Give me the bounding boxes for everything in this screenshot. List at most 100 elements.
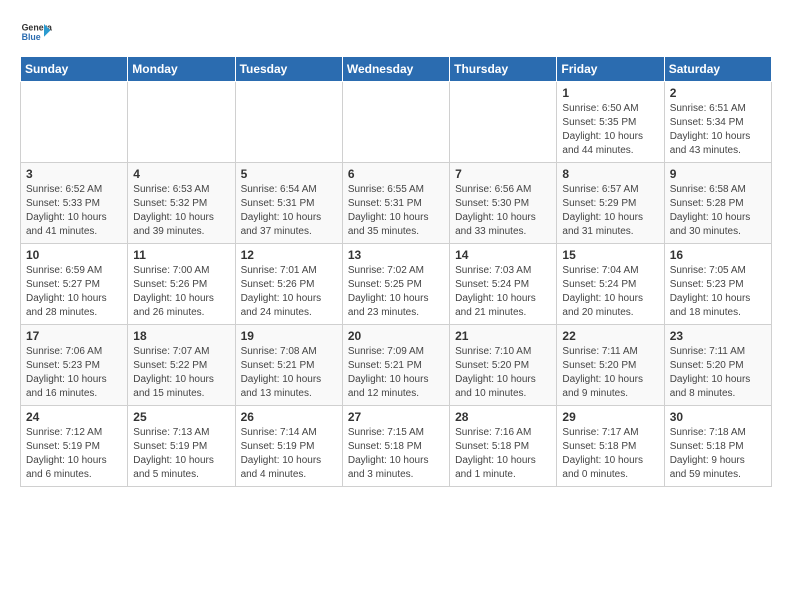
- day-info: Sunrise: 6:54 AM Sunset: 5:31 PM Dayligh…: [241, 183, 337, 239]
- day-info: Sunrise: 6:53 AM Sunset: 5:32 PM Dayligh…: [133, 183, 229, 239]
- day-number: 16: [670, 248, 766, 262]
- day-info: Sunrise: 7:18 AM Sunset: 5:18 PM Dayligh…: [670, 426, 766, 482]
- calendar-table: SundayMondayTuesdayWednesdayThursdayFrid…: [20, 56, 772, 487]
- day-number: 1: [562, 86, 658, 100]
- week-row-1: 1 Sunrise: 6:50 AM Sunset: 5:35 PM Daylig…: [21, 82, 772, 163]
- day-number: 30: [670, 410, 766, 424]
- day-info: Sunrise: 7:04 AM Sunset: 5:24 PM Dayligh…: [562, 264, 658, 320]
- weekday-header-friday: Friday: [557, 57, 664, 82]
- day-cell: 7 Sunrise: 6:56 AM Sunset: 5:30 PM Daylig…: [450, 163, 557, 244]
- day-number: 21: [455, 329, 551, 343]
- week-row-3: 10 Sunrise: 6:59 AM Sunset: 5:27 PM Dayli…: [21, 244, 772, 325]
- logo: General Blue: [20, 16, 56, 48]
- weekday-header-row: SundayMondayTuesdayWednesdayThursdayFrid…: [21, 57, 772, 82]
- day-cell: 1 Sunrise: 6:50 AM Sunset: 5:35 PM Daylig…: [557, 82, 664, 163]
- day-info: Sunrise: 7:09 AM Sunset: 5:21 PM Dayligh…: [348, 345, 444, 401]
- day-info: Sunrise: 7:10 AM Sunset: 5:20 PM Dayligh…: [455, 345, 551, 401]
- day-cell: 14 Sunrise: 7:03 AM Sunset: 5:24 PM Dayli…: [450, 244, 557, 325]
- day-number: 14: [455, 248, 551, 262]
- day-number: 8: [562, 167, 658, 181]
- day-number: 2: [670, 86, 766, 100]
- weekday-header-sunday: Sunday: [21, 57, 128, 82]
- day-info: Sunrise: 7:11 AM Sunset: 5:20 PM Dayligh…: [562, 345, 658, 401]
- day-cell: [21, 82, 128, 163]
- week-row-2: 3Sunrise: 6:52 AM Sunset: 5:33 PM Daylig…: [21, 163, 772, 244]
- day-number: 20: [348, 329, 444, 343]
- week-row-4: 17 Sunrise: 7:06 AM Sunset: 5:23 PM Dayli…: [21, 325, 772, 406]
- day-cell: 19 Sunrise: 7:08 AM Sunset: 5:21 PM Dayli…: [235, 325, 342, 406]
- day-number: 24: [26, 410, 122, 424]
- day-cell: 27 Sunrise: 7:15 AM Sunset: 5:18 PM Dayli…: [342, 406, 449, 487]
- day-cell: 9 Sunrise: 6:58 AM Sunset: 5:28 PM Daylig…: [664, 163, 771, 244]
- day-number: 29: [562, 410, 658, 424]
- day-info: Sunrise: 7:06 AM Sunset: 5:23 PM Dayligh…: [26, 345, 122, 401]
- day-info: Sunrise: 6:58 AM Sunset: 5:28 PM Dayligh…: [670, 183, 766, 239]
- day-info: Sunrise: 7:02 AM Sunset: 5:25 PM Dayligh…: [348, 264, 444, 320]
- day-cell: [342, 82, 449, 163]
- day-info: Sunrise: 6:55 AM Sunset: 5:31 PM Dayligh…: [348, 183, 444, 239]
- day-number: 11: [133, 248, 229, 262]
- day-number: 19: [241, 329, 337, 343]
- day-number: 17: [26, 329, 122, 343]
- day-cell: 13 Sunrise: 7:02 AM Sunset: 5:25 PM Dayli…: [342, 244, 449, 325]
- day-info: Sunrise: 7:13 AM Sunset: 5:19 PM Dayligh…: [133, 426, 229, 482]
- weekday-header-thursday: Thursday: [450, 57, 557, 82]
- day-cell: 16 Sunrise: 7:05 AM Sunset: 5:23 PM Dayli…: [664, 244, 771, 325]
- day-cell: 29 Sunrise: 7:17 AM Sunset: 5:18 PM Dayli…: [557, 406, 664, 487]
- day-cell: [235, 82, 342, 163]
- day-cell: 24 Sunrise: 7:12 AM Sunset: 5:19 PM Dayli…: [21, 406, 128, 487]
- day-number: 12: [241, 248, 337, 262]
- day-info: Sunrise: 7:11 AM Sunset: 5:20 PM Dayligh…: [670, 345, 766, 401]
- day-info: Sunrise: 7:05 AM Sunset: 5:23 PM Dayligh…: [670, 264, 766, 320]
- day-number: 5: [241, 167, 337, 181]
- day-number: 9: [670, 167, 766, 181]
- day-cell: 28 Sunrise: 7:16 AM Sunset: 5:18 PM Dayli…: [450, 406, 557, 487]
- day-info: Sunrise: 6:51 AM Sunset: 5:34 PM Dayligh…: [670, 102, 766, 158]
- day-cell: 11Sunrise: 7:00 AM Sunset: 5:26 PM Dayli…: [128, 244, 235, 325]
- day-cell: [128, 82, 235, 163]
- day-info: Sunrise: 6:56 AM Sunset: 5:30 PM Dayligh…: [455, 183, 551, 239]
- day-number: 13: [348, 248, 444, 262]
- day-number: 25: [133, 410, 229, 424]
- weekday-header-tuesday: Tuesday: [235, 57, 342, 82]
- day-cell: 6Sunrise: 6:55 AM Sunset: 5:31 PM Daylig…: [342, 163, 449, 244]
- day-number: 27: [348, 410, 444, 424]
- day-cell: 10 Sunrise: 6:59 AM Sunset: 5:27 PM Dayli…: [21, 244, 128, 325]
- day-info: Sunrise: 6:59 AM Sunset: 5:27 PM Dayligh…: [26, 264, 122, 320]
- day-cell: 25 Sunrise: 7:13 AM Sunset: 5:19 PM Dayli…: [128, 406, 235, 487]
- day-number: 7: [455, 167, 551, 181]
- header: General Blue: [20, 16, 772, 48]
- logo-icon: General Blue: [20, 16, 52, 48]
- day-info: Sunrise: 7:15 AM Sunset: 5:18 PM Dayligh…: [348, 426, 444, 482]
- day-cell: 5 Sunrise: 6:54 AM Sunset: 5:31 PM Daylig…: [235, 163, 342, 244]
- day-cell: 20 Sunrise: 7:09 AM Sunset: 5:21 PM Dayli…: [342, 325, 449, 406]
- day-cell: 8 Sunrise: 6:57 AM Sunset: 5:29 PM Daylig…: [557, 163, 664, 244]
- day-cell: 18 Sunrise: 7:07 AM Sunset: 5:22 PM Dayli…: [128, 325, 235, 406]
- day-cell: [450, 82, 557, 163]
- day-number: 18: [133, 329, 229, 343]
- day-cell: 12Sunrise: 7:01 AM Sunset: 5:26 PM Dayli…: [235, 244, 342, 325]
- week-row-5: 24 Sunrise: 7:12 AM Sunset: 5:19 PM Dayli…: [21, 406, 772, 487]
- day-number: 23: [670, 329, 766, 343]
- day-info: Sunrise: 7:07 AM Sunset: 5:22 PM Dayligh…: [133, 345, 229, 401]
- day-cell: 22 Sunrise: 7:11 AM Sunset: 5:20 PM Dayli…: [557, 325, 664, 406]
- day-info: Sunrise: 7:08 AM Sunset: 5:21 PM Dayligh…: [241, 345, 337, 401]
- day-info: Sunrise: 7:16 AM Sunset: 5:18 PM Dayligh…: [455, 426, 551, 482]
- day-number: 10: [26, 248, 122, 262]
- day-info: Sunrise: 7:17 AM Sunset: 5:18 PM Dayligh…: [562, 426, 658, 482]
- day-number: 3: [26, 167, 122, 181]
- svg-text:Blue: Blue: [22, 32, 41, 42]
- day-number: 22: [562, 329, 658, 343]
- day-cell: 17 Sunrise: 7:06 AM Sunset: 5:23 PM Dayli…: [21, 325, 128, 406]
- day-cell: 26Sunrise: 7:14 AM Sunset: 5:19 PM Dayli…: [235, 406, 342, 487]
- day-cell: 4Sunrise: 6:53 AM Sunset: 5:32 PM Daylig…: [128, 163, 235, 244]
- day-cell: 30 Sunrise: 7:18 AM Sunset: 5:18 PM Dayli…: [664, 406, 771, 487]
- day-info: Sunrise: 7:03 AM Sunset: 5:24 PM Dayligh…: [455, 264, 551, 320]
- day-info: Sunrise: 6:57 AM Sunset: 5:29 PM Dayligh…: [562, 183, 658, 239]
- day-number: 26: [241, 410, 337, 424]
- day-info: Sunrise: 6:50 AM Sunset: 5:35 PM Dayligh…: [562, 102, 658, 158]
- day-cell: 3Sunrise: 6:52 AM Sunset: 5:33 PM Daylig…: [21, 163, 128, 244]
- day-cell: 21 Sunrise: 7:10 AM Sunset: 5:20 PM Dayli…: [450, 325, 557, 406]
- day-number: 28: [455, 410, 551, 424]
- day-info: Sunrise: 7:12 AM Sunset: 5:19 PM Dayligh…: [26, 426, 122, 482]
